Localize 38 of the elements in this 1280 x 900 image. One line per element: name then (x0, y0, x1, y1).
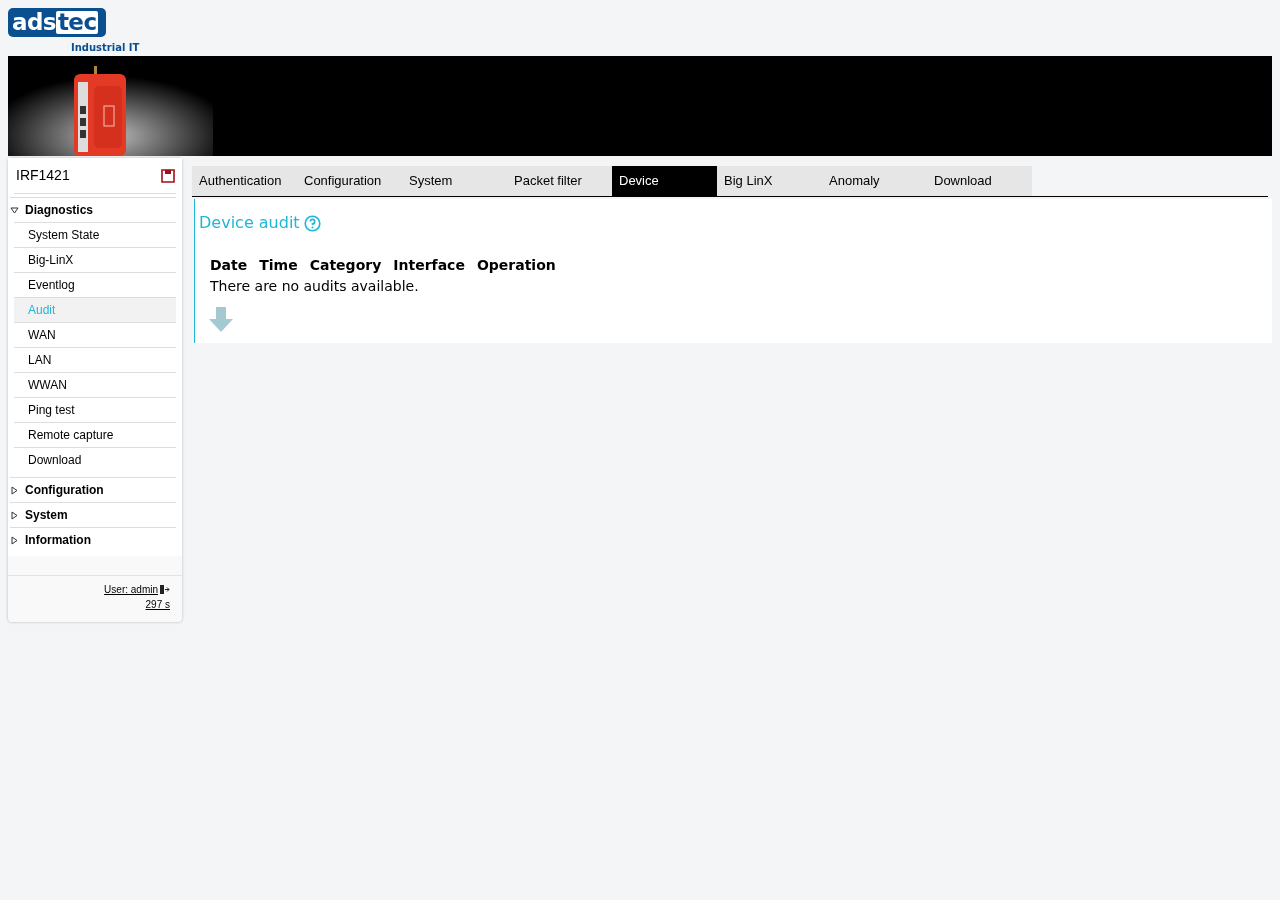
logo: adstec (8, 8, 106, 37)
triangle-right-icon (10, 485, 19, 495)
menu-item[interactable]: Download (14, 447, 176, 472)
save-icon[interactable] (161, 168, 175, 183)
tab[interactable]: Packet filter (507, 166, 612, 196)
menu-item[interactable]: WAN (14, 322, 176, 347)
tab[interactable]: Device (612, 166, 717, 196)
menu-item[interactable]: LAN (14, 347, 176, 372)
triangle-down-icon (10, 205, 19, 215)
logout-icon[interactable] (159, 584, 170, 595)
column-header: Time (259, 256, 298, 275)
panel-title: Device audit (199, 212, 300, 234)
menu-item[interactable]: WWAN (14, 372, 176, 397)
column-header: Operation (476, 256, 556, 275)
menu-item[interactable]: Ping test (14, 397, 176, 422)
triangle-right-icon (10, 535, 19, 545)
empty-message: There are no audits available. (210, 277, 420, 296)
column-header: Date (210, 256, 248, 275)
tab[interactable]: Anomaly (822, 166, 927, 196)
menu-group[interactable]: System (10, 502, 176, 527)
tab[interactable]: Download (927, 166, 1032, 196)
user-link[interactable]: User: admin (104, 582, 158, 597)
column-header: Category (309, 256, 382, 275)
menu-group[interactable]: Information (10, 527, 176, 552)
tab[interactable]: Authentication (192, 166, 297, 196)
session-timer[interactable]: 297 s (145, 597, 170, 612)
tab[interactable]: Configuration (297, 166, 402, 196)
device-name: IRF1421 (16, 166, 70, 185)
column-header: Interface (393, 256, 465, 275)
logo-tagline: Industrial IT (71, 41, 138, 55)
menu-item[interactable]: System State (14, 222, 176, 247)
menu-group[interactable]: Diagnostics (10, 197, 176, 222)
menu-group[interactable]: Configuration (10, 477, 176, 502)
menu-item[interactable]: Remote capture (14, 422, 176, 447)
triangle-right-icon (10, 510, 19, 520)
menu-item[interactable]: Big-LinX (14, 247, 176, 272)
tab[interactable]: Big LinX (717, 166, 822, 196)
tab[interactable]: System (402, 166, 507, 196)
